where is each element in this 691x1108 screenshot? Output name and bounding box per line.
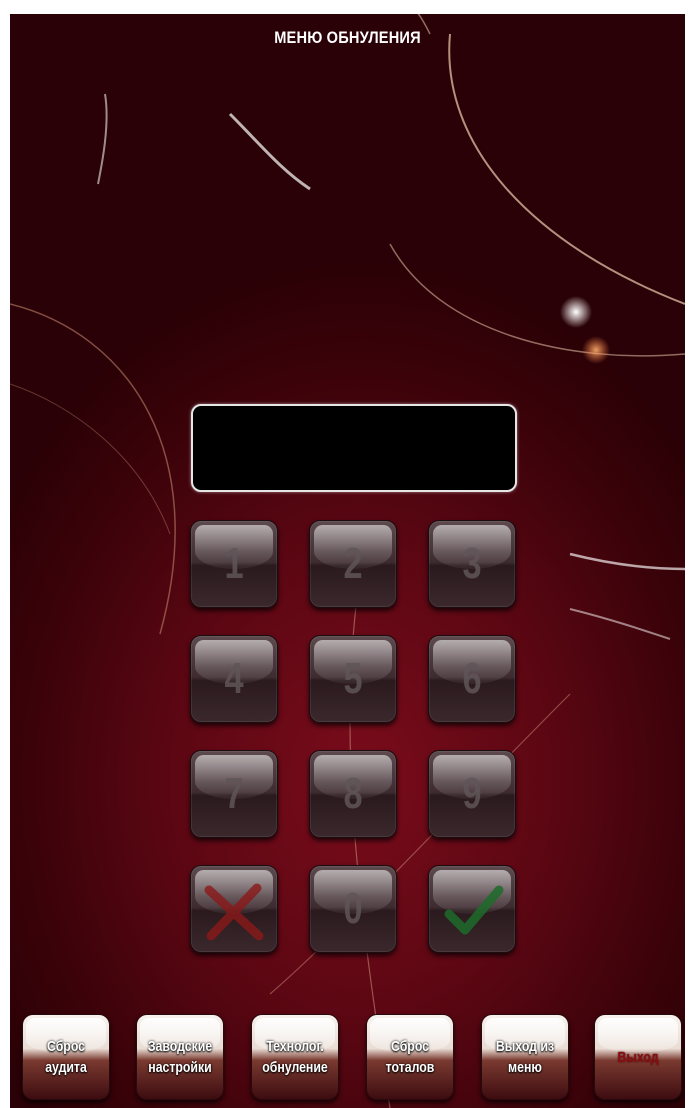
button-label: Сброс аудита xyxy=(45,1038,87,1076)
key-label: 1 xyxy=(224,539,244,588)
cancel-x-icon xyxy=(204,883,264,941)
factory-settings-button[interactable]: Заводские настройки xyxy=(136,1014,224,1100)
confirm-check-icon xyxy=(444,885,504,935)
key-label: 5 xyxy=(343,654,363,703)
key-6[interactable]: 6 xyxy=(428,635,516,723)
button-label: Сброс тоталов xyxy=(385,1038,435,1076)
exit-button[interactable]: Выход xyxy=(594,1014,682,1100)
key-label: 0 xyxy=(343,884,363,933)
key-label: 3 xyxy=(462,539,482,588)
button-label: Выход xyxy=(617,1048,659,1066)
key-label: 9 xyxy=(462,769,482,818)
key-0[interactable]: 0 xyxy=(309,865,397,953)
key-9[interactable]: 9 xyxy=(428,750,516,838)
exit-menu-button[interactable]: Выход из меню xyxy=(481,1014,569,1100)
reset-menu-screen: МЕНЮ ОБНУЛЕНИЯ 1 2 3 4 5 6 7 8 9 0 Сброс… xyxy=(10,14,685,1108)
key-label: 2 xyxy=(343,539,363,588)
reset-totals-button[interactable]: Сброс тоталов xyxy=(366,1014,454,1100)
reset-audit-button[interactable]: Сброс аудита xyxy=(22,1014,110,1100)
confirm-button[interactable] xyxy=(428,865,516,953)
key-label: 8 xyxy=(343,769,363,818)
page-title: МЕНЮ ОБНУЛЕНИЯ xyxy=(274,28,421,47)
key-8[interactable]: 8 xyxy=(309,750,397,838)
key-1[interactable]: 1 xyxy=(190,520,278,608)
key-2[interactable]: 2 xyxy=(309,520,397,608)
key-3[interactable]: 3 xyxy=(428,520,516,608)
button-label: Выход из меню xyxy=(495,1038,555,1076)
code-display xyxy=(191,404,517,492)
button-label: Заводские настройки xyxy=(147,1038,213,1076)
key-label: 4 xyxy=(224,654,244,703)
key-5[interactable]: 5 xyxy=(309,635,397,723)
key-4[interactable]: 4 xyxy=(190,635,278,723)
tech-reset-button[interactable]: Технолог. обнуление xyxy=(251,1014,339,1100)
key-label: 6 xyxy=(462,654,482,703)
button-label: Технолог. обнуление xyxy=(262,1038,328,1076)
key-label: 7 xyxy=(224,769,244,818)
key-7[interactable]: 7 xyxy=(190,750,278,838)
cancel-button[interactable] xyxy=(190,865,278,953)
